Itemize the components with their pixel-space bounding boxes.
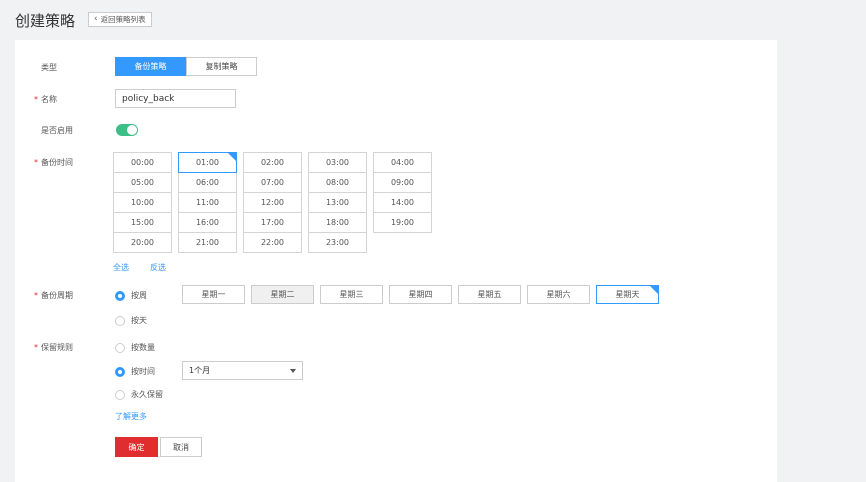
type-label: 类型 bbox=[41, 63, 57, 72]
confirm-button[interactable]: 确定 bbox=[115, 437, 158, 457]
caret-down-icon bbox=[290, 369, 296, 373]
cancel-button[interactable]: 取消 bbox=[160, 437, 202, 457]
day-friday[interactable]: 星期五 bbox=[458, 285, 521, 304]
retention-time-select[interactable]: 1个月 bbox=[182, 361, 303, 380]
time-slot-2000[interactable]: 20:00 bbox=[113, 232, 172, 253]
cycle-weekly-radio[interactable]: 按周 bbox=[115, 290, 147, 301]
time-slot-0500[interactable]: 05:00 bbox=[113, 172, 172, 193]
radio-unchecked-icon bbox=[115, 315, 125, 326]
day-sunday[interactable]: 星期天 bbox=[596, 285, 659, 304]
day-label: 星期天 bbox=[615, 290, 640, 299]
backup-time-label-row: * 备份时间 bbox=[34, 157, 73, 168]
retention-label-row: * 保留规则 bbox=[34, 342, 73, 353]
selected-corner-icon bbox=[228, 153, 236, 161]
type-segmented-control: 备份策略 复制策略 bbox=[115, 57, 257, 76]
toggle-knob bbox=[127, 125, 137, 135]
name-input[interactable]: policy_back bbox=[115, 89, 236, 108]
day-tuesday[interactable]: 星期二 bbox=[251, 285, 314, 304]
radio-checked-icon bbox=[115, 290, 125, 301]
day-wednesday[interactable]: 星期三 bbox=[320, 285, 383, 304]
time-slot-1800[interactable]: 18:00 bbox=[308, 212, 367, 233]
time-slot-2200[interactable]: 22:00 bbox=[243, 232, 302, 253]
radio-label: 按数量 bbox=[131, 343, 155, 352]
time-slot-label: 01:00 bbox=[195, 158, 220, 167]
time-slot-2300[interactable]: 23:00 bbox=[308, 232, 367, 253]
time-slot-0000[interactable]: 00:00 bbox=[113, 152, 172, 173]
time-slot-1200[interactable]: 12:00 bbox=[243, 192, 302, 213]
time-slot-0600[interactable]: 06:00 bbox=[178, 172, 237, 193]
radio-label: 按周 bbox=[131, 291, 147, 300]
time-slot-0200[interactable]: 02:00 bbox=[243, 152, 302, 173]
time-slot-1100[interactable]: 11:00 bbox=[178, 192, 237, 213]
time-slot-0400[interactable]: 04:00 bbox=[373, 152, 432, 173]
time-slot-0300[interactable]: 03:00 bbox=[308, 152, 367, 173]
chevron-left-icon: ‹ bbox=[94, 14, 98, 24]
required-marker: * bbox=[34, 291, 38, 300]
backup-time-label: 备份时间 bbox=[41, 158, 73, 167]
back-to-list-button[interactable]: ‹ 返回策略列表 bbox=[88, 12, 152, 27]
backup-cycle-label-row: * 备份周期 bbox=[34, 290, 73, 301]
radio-checked-icon bbox=[115, 366, 125, 377]
time-slot-1000[interactable]: 10:00 bbox=[113, 192, 172, 213]
radio-label: 按时间 bbox=[131, 367, 155, 376]
page-title: 创建策略 bbox=[15, 12, 76, 30]
weekday-selector: 星期一 星期二 星期三 星期四 星期五 星期六 星期天 bbox=[182, 285, 659, 304]
name-label-row: * 名称 bbox=[34, 94, 57, 105]
time-slot-1900[interactable]: 19:00 bbox=[373, 212, 432, 233]
select-all-link[interactable]: 全选 bbox=[113, 262, 129, 273]
required-marker: * bbox=[34, 343, 38, 352]
time-slot-1700[interactable]: 17:00 bbox=[243, 212, 302, 233]
required-marker: * bbox=[34, 158, 38, 167]
time-slot-1500[interactable]: 15:00 bbox=[113, 212, 172, 233]
radio-unchecked-icon bbox=[115, 342, 125, 353]
radio-unchecked-icon bbox=[115, 389, 125, 400]
time-slot-1300[interactable]: 13:00 bbox=[308, 192, 367, 213]
radio-label: 永久保留 bbox=[131, 390, 163, 399]
time-slot-1600[interactable]: 16:00 bbox=[178, 212, 237, 233]
retention-permanent-radio[interactable]: 永久保留 bbox=[115, 389, 163, 400]
day-monday[interactable]: 星期一 bbox=[182, 285, 245, 304]
back-button-label: 返回策略列表 bbox=[100, 15, 146, 24]
time-slot-0700[interactable]: 07:00 bbox=[243, 172, 302, 193]
backup-cycle-label: 备份周期 bbox=[41, 291, 73, 300]
backup-time-grid: 00:00 01:00 02:00 03:00 04:00 05:00 06:0… bbox=[113, 152, 432, 253]
selected-corner-icon bbox=[650, 286, 658, 294]
enabled-toggle[interactable] bbox=[116, 124, 138, 136]
select-value: 1个月 bbox=[189, 366, 211, 375]
required-marker: * bbox=[34, 95, 38, 104]
enabled-label: 是否启用 bbox=[41, 126, 73, 135]
type-option-backup[interactable]: 备份策略 bbox=[115, 57, 186, 76]
time-slot-0900[interactable]: 09:00 bbox=[373, 172, 432, 193]
time-slot-1400[interactable]: 14:00 bbox=[373, 192, 432, 213]
time-slot-0800[interactable]: 08:00 bbox=[308, 172, 367, 193]
learn-more-link[interactable]: 了解更多 bbox=[115, 411, 147, 422]
day-thursday[interactable]: 星期四 bbox=[389, 285, 452, 304]
type-option-replication[interactable]: 复制策略 bbox=[186, 57, 257, 76]
day-saturday[interactable]: 星期六 bbox=[527, 285, 590, 304]
invert-selection-link[interactable]: 反选 bbox=[150, 262, 166, 273]
name-label: 名称 bbox=[41, 95, 57, 104]
retention-label: 保留规则 bbox=[41, 343, 73, 352]
time-slot-2100[interactable]: 21:00 bbox=[178, 232, 237, 253]
cycle-daily-radio[interactable]: 按天 bbox=[115, 315, 147, 326]
time-slot-0100[interactable]: 01:00 bbox=[178, 152, 237, 173]
retention-by-time-radio[interactable]: 按时间 bbox=[115, 366, 155, 377]
retention-by-count-radio[interactable]: 按数量 bbox=[115, 342, 155, 353]
radio-label: 按天 bbox=[131, 316, 147, 325]
